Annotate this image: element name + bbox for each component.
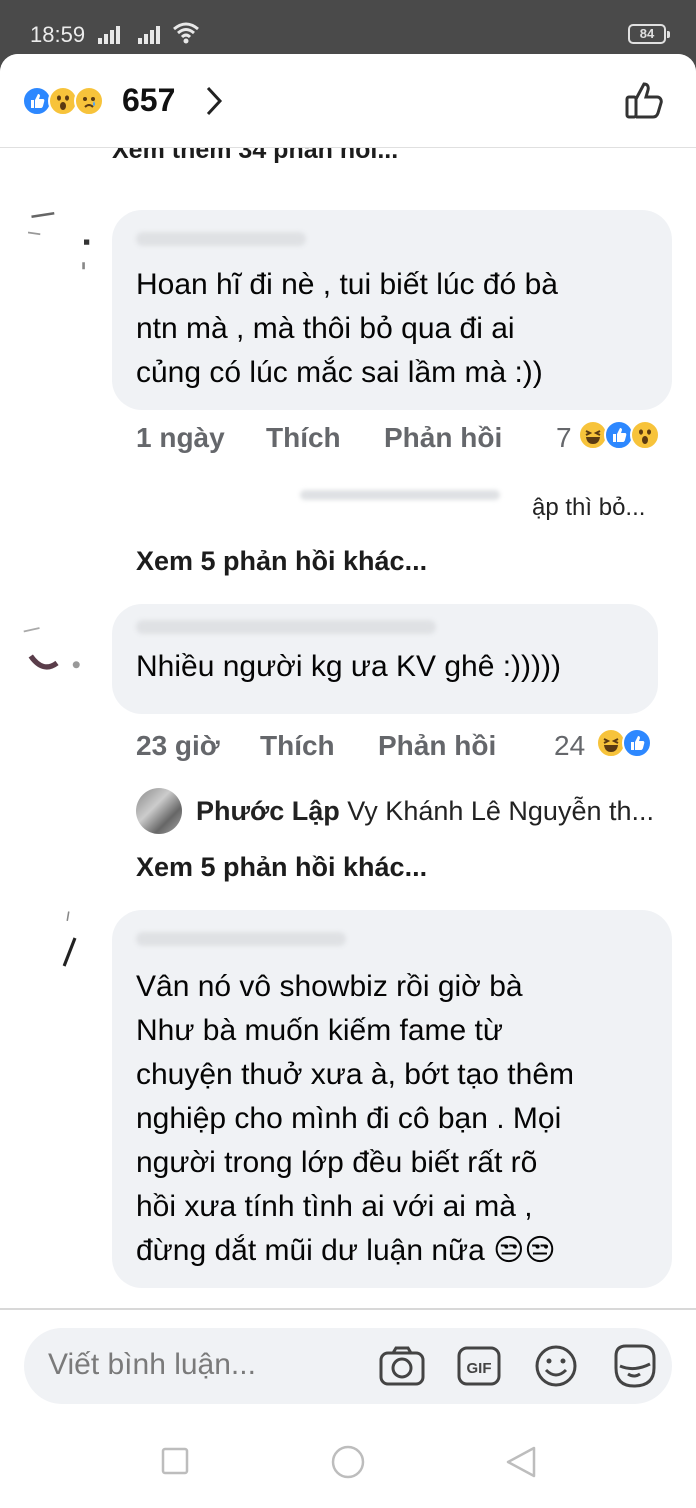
avatar — [23, 627, 80, 670]
svg-text:GIF: GIF — [467, 1360, 492, 1377]
reply-button[interactable]: Phản hồi — [384, 422, 502, 454]
comment-line: hồi xưa tính tình ai với ai mà , — [136, 1190, 533, 1223]
comment-line: Nhiều người kg ưa KV ghê :))))) — [136, 650, 561, 683]
comment-input-placeholder: Viết bình luận... — [48, 1348, 256, 1381]
comment-reaction-count: 7 — [556, 422, 572, 453]
reply-author-redacted — [300, 490, 500, 500]
author-name-redacted — [136, 232, 306, 246]
author-name-redacted — [136, 620, 436, 634]
comment-line: chuyện thuở xưa à, bớt tạo thêm — [136, 1058, 575, 1091]
comment-line: đừng dắt mũi dư luận nữa 😒😒 — [136, 1234, 556, 1267]
back-icon[interactable] — [504, 1444, 538, 1480]
reply-text: Vy Khánh Lê Nguyễn th... — [347, 796, 654, 826]
avatar — [62, 911, 77, 967]
comment-bubble[interactable]: Vân nó vô showbiz rồi giờ bà Như bà muốn… — [112, 910, 672, 1288]
signal-icon — [98, 24, 160, 44]
like-icon — [622, 728, 652, 758]
comment-line: ntn mà , mà thôi bỏ qua đi ai — [136, 312, 515, 345]
reaction-icons — [22, 86, 104, 116]
comments-sheet: 657 Xem thêm 34 phản hồi... Hoan hĩ đi n… — [0, 54, 696, 1508]
comment-composer: Viết bình luận... GIF — [0, 1308, 696, 1418]
home-icon[interactable] — [330, 1444, 366, 1480]
status-time: 18:59 — [30, 22, 86, 47]
reply-button[interactable]: Phản hồi — [378, 730, 496, 762]
comment-line: Vân nó vô showbiz rồi giờ bà — [136, 970, 523, 1003]
reply-avatar[interactable] — [136, 788, 182, 834]
battery-icon: 84 — [628, 24, 670, 44]
wifi-icon — [173, 22, 199, 44]
reaction-count: 657 — [122, 82, 176, 118]
reactions-header[interactable]: 657 — [0, 54, 696, 148]
comment-reaction-count: 24 — [554, 730, 586, 761]
android-nav-bar — [0, 1424, 696, 1508]
comment-line: Hoan hĩ đi nè , tui biết lúc đó bà — [136, 268, 558, 301]
author-name-redacted — [136, 932, 346, 946]
reply-preview-text[interactable]: ập thì bỏ... — [532, 494, 645, 522]
camera-icon[interactable] — [378, 1344, 426, 1388]
comment-bubble[interactable]: Nhiều người kg ưa KV ghê :))))) — [112, 604, 658, 714]
comment-reactions[interactable] — [578, 420, 660, 450]
like-button[interactable]: Thích — [260, 730, 335, 762]
comment-bubble[interactable]: Hoan hĩ đi nè , tui biết lúc đó bà ntn m… — [112, 210, 672, 410]
avatar — [28, 211, 90, 270]
comment-line: Như bà muốn kiếm fame từ — [136, 1014, 503, 1047]
comment-reactions[interactable] — [596, 728, 652, 758]
comment-time: 23 giờ — [136, 730, 220, 761]
gif-icon[interactable]: GIF — [456, 1344, 502, 1388]
view-more-replies-link[interactable]: Xem 5 phản hồi khác... — [136, 546, 427, 577]
comment-line: nghiệp cho mình đi cô bạn . Mọi — [136, 1102, 562, 1135]
sad-icon — [74, 86, 104, 116]
emoji-icon[interactable] — [534, 1344, 578, 1388]
wow-icon — [630, 420, 660, 450]
comment-time: 1 ngày — [136, 422, 225, 453]
thumbs-up-icon[interactable] — [624, 80, 666, 120]
view-more-replies-link[interactable]: Xem 5 phản hồi khác... — [136, 852, 427, 883]
like-button[interactable]: Thích — [266, 422, 341, 454]
reply-preview[interactable]: Phước Lập Vy Khánh Lê Nguyễn th... — [196, 796, 654, 827]
sticker-icon[interactable] — [610, 1342, 658, 1390]
comment-line: người trong lớp đều biết rất rõ — [136, 1146, 538, 1179]
chevron-right-icon[interactable] — [204, 84, 224, 118]
recent-apps-icon[interactable] — [160, 1446, 190, 1476]
status-bar: 18:59 84 — [0, 0, 696, 58]
reply-author: Phước Lập — [196, 796, 340, 826]
comment-line: củng có lúc mắc sai lầm mà :)) — [136, 356, 543, 389]
